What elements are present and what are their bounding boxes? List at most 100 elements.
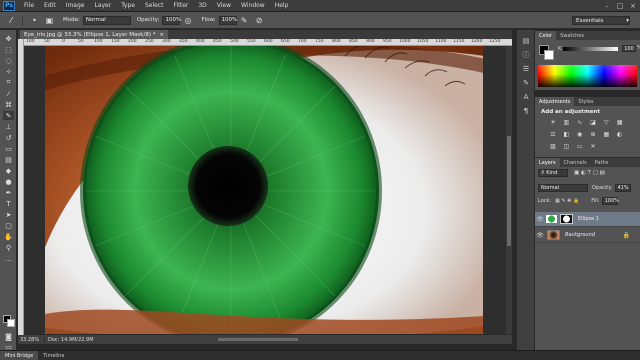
pen-tool-icon[interactable]: ✒ [3, 188, 14, 197]
k-slider[interactable] [563, 47, 618, 51]
airbrush-icon[interactable]: ✎ [239, 15, 250, 26]
zoom-level[interactable]: 33.28% [18, 337, 44, 343]
more-tools-icon[interactable]: … [3, 254, 14, 263]
gradient-map-icon[interactable]: ▭ [576, 143, 584, 150]
lasso-tool-icon[interactable]: ◌ [3, 56, 14, 65]
vertical-scrollbar-thumb[interactable] [507, 136, 511, 246]
color-spectrum[interactable] [538, 65, 637, 87]
lock-icons[interactable]: ▦ ✎ ✥ 🔒 [555, 198, 579, 204]
horizontal-scrollbar-thumb[interactable] [218, 338, 298, 341]
quick-mask-icon[interactable]: ◙ [3, 332, 14, 341]
fill-input[interactable]: 100% [601, 197, 619, 205]
layer-row-background[interactable]: 👁 Background 🔒 [535, 228, 640, 243]
tab-swatches[interactable]: Swatches [556, 31, 588, 40]
close-icon[interactable]: × [159, 32, 164, 38]
blend-mode-select[interactable]: Normal [538, 184, 588, 192]
photo-filter-icon[interactable]: ◉ [576, 131, 584, 138]
background-color-swatch[interactable] [7, 319, 15, 327]
tab-color[interactable]: Color [535, 31, 557, 40]
info-panel-icon[interactable]: ⓘ [521, 50, 531, 59]
menu-edit[interactable]: Edit [39, 2, 61, 9]
eyedropper-tool-icon[interactable]: ⁄ [3, 89, 14, 98]
tab-styles[interactable]: Styles [574, 97, 597, 106]
healing-brush-tool-icon[interactable]: ⌘ [3, 100, 14, 109]
menu-layer[interactable]: Layer [89, 2, 116, 9]
menu-view[interactable]: View [212, 2, 236, 9]
menu-filter[interactable]: Filter [169, 2, 194, 9]
invert-icon[interactable]: ◐ [616, 131, 624, 138]
path-select-tool-icon[interactable]: ➤ [3, 210, 14, 219]
flow-input[interactable]: 100% [218, 15, 237, 25]
horizontal-ruler[interactable]: 100 50 0 50 100 150 200 250 300 350 400 … [24, 39, 512, 46]
gradient-tool-icon[interactable]: ▤ [3, 155, 14, 164]
dodge-tool-icon[interactable]: ● [3, 177, 14, 186]
k-value-input[interactable]: 100 [622, 45, 636, 52]
tab-adjustments[interactable]: Adjustments [535, 97, 575, 106]
document-canvas[interactable] [45, 46, 483, 334]
mode-select[interactable]: Normal [82, 15, 131, 25]
menu-type[interactable]: Type [116, 2, 140, 9]
brush-panel-icon[interactable]: ▣ [44, 15, 55, 26]
crop-tool-icon[interactable]: ⌗ [3, 78, 14, 87]
color-lookup-icon[interactable]: ▦ [602, 131, 610, 138]
brush-tool-icon[interactable]: ✎ [3, 111, 14, 120]
maximize-button[interactable]: □ [615, 2, 625, 10]
tab-timeline[interactable]: Timeline [38, 351, 69, 360]
close-window-button[interactable]: × [628, 2, 638, 10]
zoom-tool-icon[interactable]: ⚲ [3, 243, 14, 252]
brush-size-icon[interactable]: • [29, 15, 40, 26]
layer-row-ellipse[interactable]: 👁 Ellipse 1 [535, 212, 640, 227]
workspace-switcher[interactable]: Essentials ▾ [572, 16, 630, 25]
layer-filter-select[interactable]: ⚲ Kind [538, 169, 568, 177]
layer-mask-thumbnail[interactable] [560, 214, 573, 224]
background-swatch[interactable] [544, 50, 554, 60]
menu-file[interactable]: File [19, 2, 39, 9]
hue-icon[interactable]: ▦ [616, 119, 624, 126]
levels-icon[interactable]: ▥ [562, 119, 570, 126]
properties-panel-icon[interactable]: ☰ [521, 64, 531, 73]
tab-mini-bridge[interactable]: Mini Bridge [0, 350, 39, 360]
pressure-size-icon[interactable]: ⊘ [254, 15, 265, 26]
tab-channels[interactable]: Channels [560, 158, 591, 167]
blur-tool-icon[interactable]: ◆ [3, 166, 14, 175]
vibrance-icon[interactable]: ▽ [602, 119, 610, 126]
layer-filter-icons[interactable]: ▣ ◐ T ▢ ▤ [574, 170, 605, 176]
eraser-tool-icon[interactable]: ▭ [3, 144, 14, 153]
channel-mixer-icon[interactable]: ⊕ [589, 131, 597, 138]
minimize-button[interactable]: – [602, 2, 612, 10]
document-size-info[interactable]: Doc: 14.9M/22.9M [44, 336, 124, 343]
brightness-icon[interactable]: ☀ [549, 119, 557, 126]
quick-select-tool-icon[interactable]: ✧ [3, 67, 14, 76]
layer-opacity-input[interactable]: 41% [614, 184, 631, 192]
opacity-input[interactable]: 100% [162, 15, 181, 25]
pressure-opacity-icon[interactable]: ◎ [182, 15, 193, 26]
hand-tool-icon[interactable]: ✋ [3, 232, 14, 241]
history-panel-icon[interactable]: ▤ [521, 36, 531, 45]
selective-color-icon[interactable]: ✕ [589, 143, 597, 150]
posterize-icon[interactable]: ▨ [549, 143, 557, 150]
menu-3d[interactable]: 3D [193, 2, 211, 9]
tab-paths[interactable]: Paths [591, 158, 613, 167]
curves-icon[interactable]: ∿ [576, 119, 584, 126]
eye-icon[interactable]: 👁 [535, 232, 545, 239]
brush-presets-icon[interactable]: ✎ [521, 78, 531, 87]
vertical-scrollbar[interactable] [506, 46, 512, 334]
exposure-icon[interactable]: ◪ [589, 119, 597, 126]
menu-help[interactable]: Help [270, 2, 294, 9]
type-tool-icon[interactable]: T [3, 199, 14, 208]
threshold-icon[interactable]: ◫ [562, 143, 570, 150]
history-brush-tool-icon[interactable]: ↺ [3, 133, 14, 142]
paragraph-panel-icon[interactable]: ¶ [521, 106, 531, 115]
marquee-tool-icon[interactable]: ⬚ [3, 45, 14, 54]
menu-window[interactable]: Window [236, 2, 270, 9]
clone-stamp-tool-icon[interactable]: ⊥ [3, 122, 14, 131]
shape-tool-icon[interactable]: ▢ [3, 221, 14, 230]
color-balance-icon[interactable]: ⚖ [549, 131, 557, 138]
tab-layers[interactable]: Layers [535, 158, 560, 167]
menu-image[interactable]: Image [61, 2, 90, 9]
move-tool-icon[interactable]: ✥ [3, 34, 14, 43]
character-panel-icon[interactable]: A [521, 92, 531, 101]
brush-tool-preset-icon[interactable]: ⁄ [4, 14, 18, 26]
menu-select[interactable]: Select [140, 2, 169, 9]
document-tab[interactable]: Eye_iris.jpg @ 33.3% (Ellipse 1, Layer M… [20, 30, 169, 39]
